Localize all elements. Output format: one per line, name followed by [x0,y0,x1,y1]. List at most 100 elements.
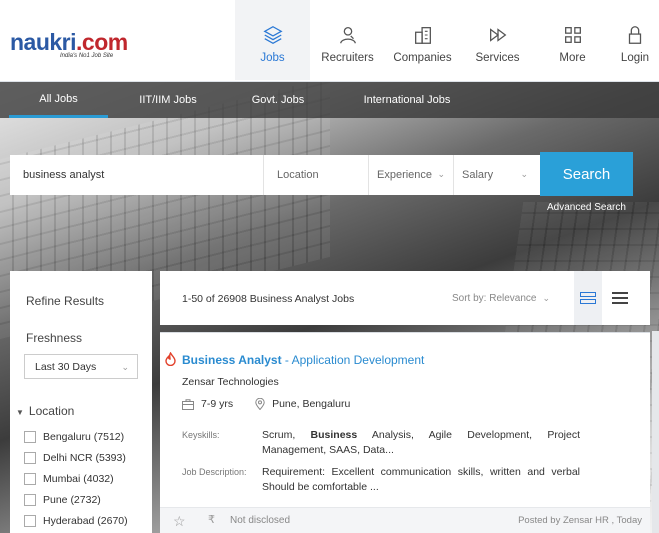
chevron-down-icon: ⌄ [121,362,129,372]
card-divider [160,332,650,333]
chevron-down-icon: ⌄ [542,293,551,303]
nav-label-recruiters: Recruiters [321,52,374,64]
job-description-label: Job Description: [182,467,247,477]
freshness-value: Last 30 Days [35,360,97,373]
nav-item-recruiters[interactable]: Recruiters [310,0,385,80]
tab-label: IIT/IIM Jobs [139,94,197,106]
checkbox[interactable] [24,451,36,464]
location-filter-header[interactable]: ▼ Location [16,404,74,418]
location-option[interactable]: Pune (2732) [24,489,128,510]
freshness-title: Freshness [26,331,83,345]
save-job-star-icon[interactable]: ☆ [173,513,186,530]
location-option[interactable]: Hyderabad (2670) [24,510,128,531]
building-icon [414,27,431,44]
job-location: Pune, Bengaluru [272,398,351,410]
keyskills-label: Keyskills: [182,430,220,440]
main-nav: Jobs Recruiters Companies Services More … [235,0,659,80]
keyskills-part: Scrum, [262,429,311,441]
location-option-label: Pune (2732) [43,493,101,506]
nav-item-companies[interactable]: Companies [385,0,460,80]
tab-govt-jobs[interactable]: Govt. Jobs [228,82,328,118]
chevron-down-icon: ⌄ [520,169,528,179]
experience-dropdown[interactable]: Experience ⌄ [369,155,454,195]
tab-all-jobs[interactable]: All Jobs [9,82,108,118]
tab-label: Govt. Jobs [251,94,305,106]
nav-label-jobs: Jobs [260,52,285,64]
lock-icon [628,26,642,44]
sort-dropdown[interactable]: Sort by: Relevance ⌄ [452,293,550,304]
checkbox[interactable] [24,514,36,527]
salary-placeholder: Salary [462,169,494,181]
location-filter-title: Location [28,404,75,418]
checkbox[interactable] [24,493,36,506]
search-button[interactable]: Search [540,152,633,196]
keyword-input[interactable]: business analyst [10,155,264,195]
job-description-text: Requirement: Excellent communication ski… [262,466,580,493]
results-count: 1-50 of 26908 Business Analyst Jobs [182,293,355,305]
nav-label-companies: Companies [393,52,452,64]
rupee-icon: ₹ [208,514,215,526]
logo-text-primary: naukri [10,29,77,55]
job-title-link[interactable]: Business Analyst - Application Developme… [182,353,424,367]
location-option[interactable]: Mumbai (4032) [24,468,128,489]
nav-label-services: Services [475,52,520,64]
location-input[interactable]: Location [264,155,369,195]
refine-results-panel: Refine Results Freshness Last 30 Days ⌄ … [10,271,152,533]
hot-job-flame-icon [165,352,176,366]
card-view-button[interactable] [574,271,602,325]
sort-label: Sort by: Relevance [452,293,537,304]
salary-value: Not disclosed [230,515,291,526]
salary-dropdown[interactable]: Salary ⌄ [454,155,540,195]
card-view-icon [580,292,596,304]
location-pin-icon [255,398,265,410]
results-header: 1-50 of 26908 Business Analyst Jobs Sort… [160,271,650,325]
advanced-search-link[interactable]: Advanced Search [547,202,626,213]
nav-item-jobs[interactable]: Jobs [235,0,310,80]
logo-tagline: India's No1 Job Site [60,53,114,59]
refine-title: Refine Results [26,294,105,308]
location-option-label: Delhi NCR (5393) [43,451,126,464]
job-card-footer: ☆ ₹ Not disclosed Posted by Zensar HR , … [160,507,650,533]
experience-value: 7-9 yrs [201,398,234,410]
checkbox[interactable] [24,430,36,443]
job-card[interactable]: Business Analyst - Application Developme… [160,332,650,533]
location-option-label: Mumbai (4032) [43,472,114,485]
checkbox[interactable] [24,472,36,485]
results-scrollbar[interactable] [652,331,659,533]
location-option-label: Bengaluru (7512) [43,430,125,443]
job-category-tabs: All Jobs IIT/IIM Jobs Govt. Jobs Interna… [0,82,659,118]
tab-label: International Jobs [363,94,451,106]
experience-placeholder: Experience [377,169,433,181]
search-bar: business analyst Location Experience ⌄ Sa… [10,155,540,195]
job-title-role: Business Analyst [182,353,282,367]
list-view-icon [612,292,628,304]
freshness-dropdown[interactable]: Last 30 Days ⌄ [24,354,138,379]
nav-item-services[interactable]: Services [460,0,535,80]
caret-down-icon: ▼ [16,408,24,417]
site-header: naukri.com India's No1 Job Site Jobs Rec… [0,0,659,82]
nav-item-login[interactable]: Login [610,0,659,80]
keyskills-highlight: Business [310,429,358,441]
jobs-stack-icon [262,26,283,44]
tab-international-jobs[interactable]: International Jobs [328,82,486,118]
briefcase-icon [182,398,194,410]
tab-label: All Jobs [39,92,78,105]
recruiter-person-icon [339,27,356,44]
job-title-detail: - Application Development [281,353,425,367]
location-option-label: Hyderabad (2670) [43,514,128,527]
job-meta: 7-9 yrs Pune, Bengaluru [182,398,350,410]
nav-label-more: More [559,52,586,64]
posted-by: Posted by Zensar HR , Today [518,515,642,526]
nav-item-more[interactable]: More [535,0,610,80]
company-name[interactable]: Zensar Technologies [182,376,279,388]
location-option[interactable]: Delhi NCR (5393) [24,447,128,468]
grid-icon [564,27,581,43]
naukri-logo[interactable]: naukri.com India's No1 Job Site [10,29,128,59]
tab-iit-iim-jobs[interactable]: IIT/IIM Jobs [108,82,228,118]
chevron-down-icon: ⌄ [437,169,445,179]
logo-text-domain: .com [76,29,128,55]
nav-label-login: Login [620,52,650,64]
keyword-input-value: business analyst [23,169,105,181]
list-view-button[interactable] [606,271,634,325]
location-option[interactable]: Bengaluru (7512) [24,426,128,447]
